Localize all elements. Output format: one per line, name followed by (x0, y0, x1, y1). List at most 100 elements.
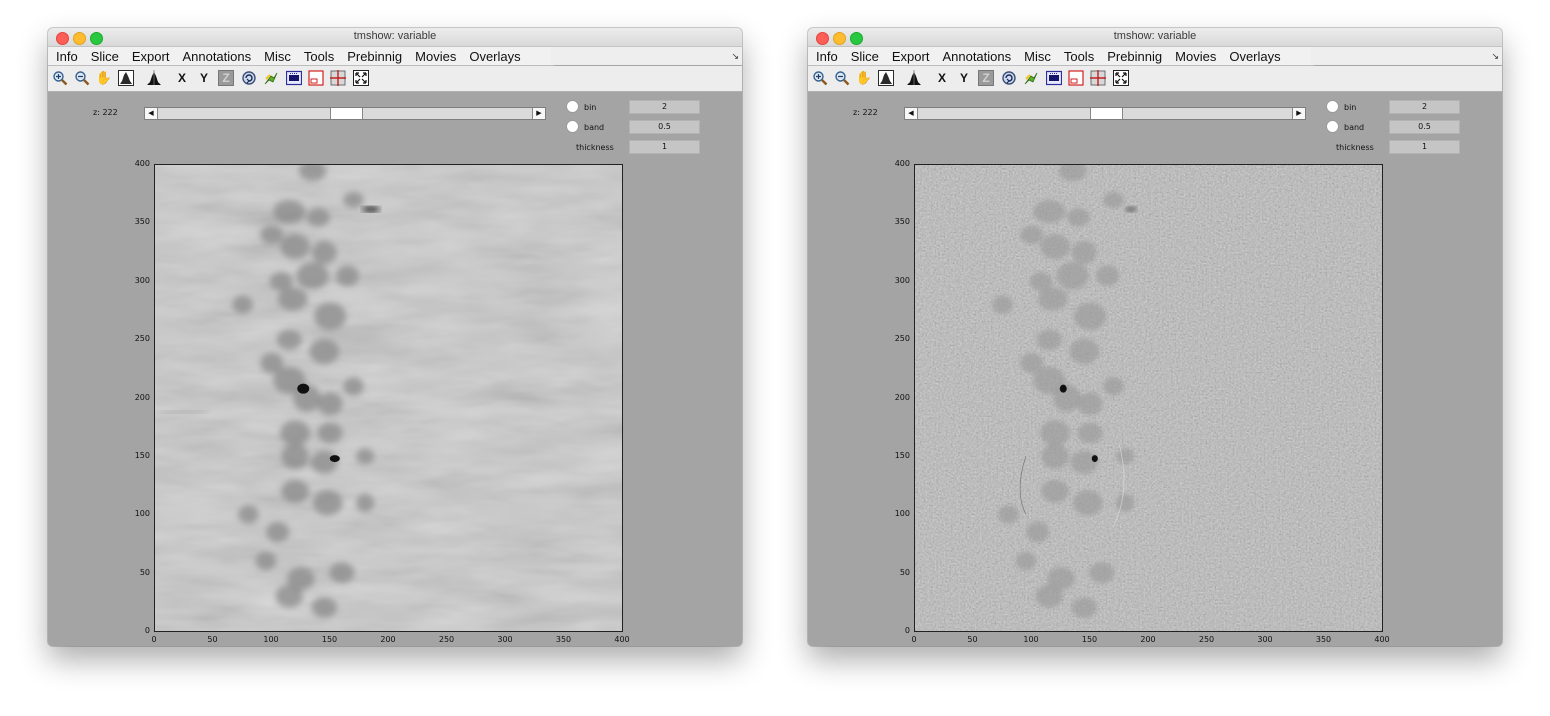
x-tick-label: 200 (380, 635, 396, 644)
histogram-black-icon[interactable] (906, 70, 922, 86)
menu-overflow-icon[interactable]: ↘ (1491, 51, 1499, 62)
histogram-icon[interactable] (118, 70, 134, 86)
menu-bar-extension (1311, 47, 1502, 65)
menu-overflow-icon[interactable]: ↘ (731, 51, 739, 62)
menu-bar: Info Slice Export Annotations Misc Tools Prebi… (808, 47, 1314, 66)
slider-thumb[interactable] (330, 108, 363, 119)
rotate-icon[interactable] (241, 70, 257, 86)
x-tick-label: 150 (1081, 635, 1098, 644)
zoom-out-icon[interactable] (74, 70, 90, 86)
histogram-black-icon[interactable] (146, 70, 162, 86)
pan-hand-icon[interactable]: ✋ (96, 70, 112, 86)
y-tick-label: 350 (134, 217, 150, 227)
x-tick-label: 300 (1257, 635, 1273, 644)
x-axis-icon[interactable]: X (174, 70, 190, 86)
z-slice-slider[interactable]: ◀ ▶ (904, 107, 1306, 120)
menu-annotations[interactable]: Annotations (177, 49, 256, 64)
tomogram-image[interactable] (914, 164, 1383, 632)
window-title: tmshow: variable (353, 30, 437, 42)
slider-right-arrow-icon[interactable]: ▶ (1292, 108, 1305, 119)
slider-left-arrow-icon[interactable]: ◀ (145, 108, 158, 119)
thickness-field[interactable]: 1 (1389, 140, 1460, 154)
menu-tools[interactable]: Tools (1059, 49, 1099, 64)
x-tick-label: 50 (207, 635, 218, 644)
satellite-icon[interactable] (1023, 70, 1039, 86)
menu-info[interactable]: Info (811, 49, 843, 64)
title-bar[interactable]: tmshow: variable (808, 28, 1502, 47)
y-tick-label: 400 (134, 159, 150, 168)
x-tick-label: 250 (438, 635, 455, 644)
x-tick-label: 350 (555, 635, 572, 644)
frame-icon[interactable] (1068, 70, 1084, 86)
slider-left-arrow-icon[interactable]: ◀ (905, 108, 918, 119)
menu-misc[interactable]: Misc (1019, 49, 1056, 64)
menu-bar-extension (551, 47, 742, 65)
y-tick-label: 50 (899, 567, 910, 577)
menu-misc[interactable]: Misc (259, 49, 296, 64)
bin-field[interactable]: 2 (1389, 100, 1460, 114)
menu-movies[interactable]: Movies (410, 49, 461, 64)
rotate-icon[interactable] (1001, 70, 1017, 86)
menu-slice[interactable]: Slice (846, 49, 884, 64)
y-axis-icon[interactable]: Y (956, 70, 972, 86)
zoom-out-icon[interactable] (834, 70, 850, 86)
viewer-panel: z: 222 ◀ ▶ bin 2 band 0.5 thickness 1 400 350 300 25… (48, 92, 742, 646)
menu-export[interactable]: Export (887, 49, 935, 64)
z-axis-icon[interactable]: Z (218, 70, 234, 86)
pan-hand-icon[interactable]: ✋ (856, 70, 872, 86)
y-tick-label: 200 (134, 392, 150, 402)
menu-tools[interactable]: Tools (299, 49, 339, 64)
frame-icon[interactable] (308, 70, 324, 86)
crosshair-icon[interactable] (1090, 70, 1106, 86)
x-tick-label: 400 (614, 635, 630, 644)
x-tick-label: 200 (1140, 635, 1156, 644)
slider-right-arrow-icon[interactable]: ▶ (532, 108, 545, 119)
menu-export[interactable]: Export (127, 49, 175, 64)
band-field[interactable]: 0.5 (1389, 120, 1460, 134)
menu-slice[interactable]: Slice (86, 49, 124, 64)
menu-movies[interactable]: Movies (1170, 49, 1221, 64)
y-tick-label: 0 (904, 626, 910, 635)
band-field[interactable]: 0.5 (629, 120, 700, 134)
tmshow-window-right[interactable]: tmshow: variable Info Slice Export Annotatio… (808, 28, 1502, 646)
z-slice-slider[interactable]: ◀ ▶ (144, 107, 546, 120)
x-axis-icon[interactable]: X (934, 70, 950, 86)
thickness-label: thickness (576, 143, 614, 152)
y-axis-icon[interactable]: Y (196, 70, 212, 86)
y-tick-label: 250 (894, 334, 910, 344)
tomogram-image[interactable] (154, 164, 623, 632)
tmshow-window-left[interactable]: tmshow: variable Info Slice Export Annotatio… (48, 28, 742, 646)
bin-radio[interactable] (566, 100, 579, 113)
thickness-label: thickness (1336, 143, 1374, 152)
x-tick-label: 400 (1374, 635, 1390, 644)
menu-overlays[interactable]: Overlays (1224, 49, 1285, 64)
bin-field[interactable]: 2 (629, 100, 700, 114)
zoom-in-icon[interactable] (52, 70, 68, 86)
x-tick-label: 100 (263, 635, 279, 644)
y-tick-label: 350 (894, 217, 910, 227)
toolbar: ✋ X Y Z (48, 66, 742, 92)
menu-prebinnig[interactable]: Prebinnig (342, 49, 407, 64)
film-icon[interactable] (286, 70, 302, 86)
band-radio[interactable] (1326, 120, 1339, 133)
slider-thumb[interactable] (1090, 108, 1123, 119)
bin-radio[interactable] (1326, 100, 1339, 113)
menu-annotations[interactable]: Annotations (937, 49, 1016, 64)
film-icon[interactable] (1046, 70, 1062, 86)
x-tick-label: 150 (321, 635, 338, 644)
histogram-icon[interactable] (878, 70, 894, 86)
menu-prebinnig[interactable]: Prebinnig (1102, 49, 1167, 64)
band-radio[interactable] (566, 120, 579, 133)
title-bar[interactable]: tmshow: variable (48, 28, 742, 47)
zoom-in-icon[interactable] (812, 70, 828, 86)
fullscreen-icon[interactable] (1113, 70, 1129, 86)
crosshair-icon[interactable] (330, 70, 346, 86)
fullscreen-icon[interactable] (353, 70, 369, 86)
thickness-field[interactable]: 1 (629, 140, 700, 154)
y-tick-label: 0 (144, 626, 150, 635)
satellite-icon[interactable] (263, 70, 279, 86)
y-tick-label: 100 (134, 509, 150, 519)
z-axis-icon[interactable]: Z (978, 70, 994, 86)
menu-overlays[interactable]: Overlays (464, 49, 525, 64)
menu-info[interactable]: Info (51, 49, 83, 64)
